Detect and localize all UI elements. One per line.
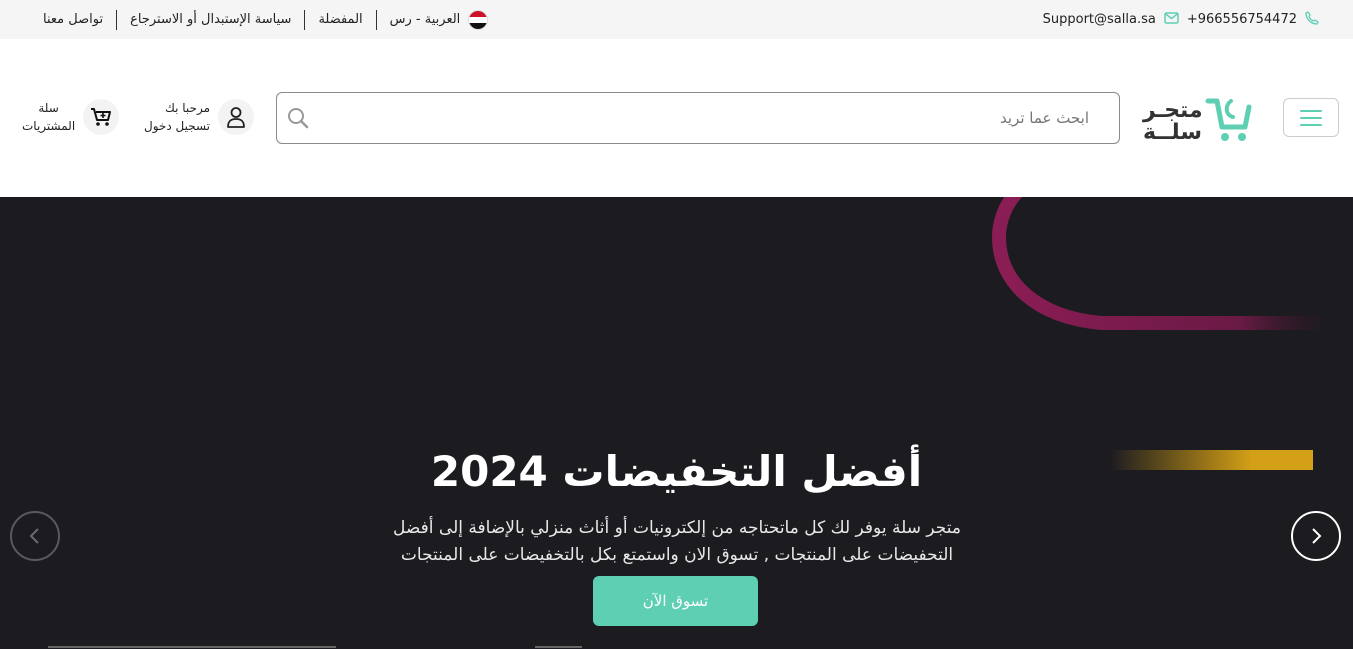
shop-now-button[interactable]: تسوق الآن xyxy=(593,576,758,626)
cart-logo-icon xyxy=(1205,95,1253,149)
search-bar xyxy=(276,92,1120,144)
support-phone[interactable]: +966556754472 xyxy=(1187,12,1297,27)
language-label: العربية - رس xyxy=(389,11,461,27)
hero-subtitle: متجر سلة يوفر لك كل ماتحتاجه من إلكتروني… xyxy=(393,518,961,565)
user-icon xyxy=(218,99,254,135)
menu-icon-bar xyxy=(1300,109,1322,112)
chevron-right-icon xyxy=(1312,528,1322,544)
account-greeting: مرحبا بك xyxy=(164,101,210,115)
main-header: متجـر سلــة مرحبا بك تسجيل دخول سلة xyxy=(0,39,1353,197)
slider-progress-track xyxy=(48,646,336,648)
top-contacts: Support@salla.sa +966556754472 xyxy=(1043,0,1319,39)
login-label[interactable]: تسجيل دخول xyxy=(144,117,210,135)
support-email[interactable]: Support@salla.sa xyxy=(1043,12,1156,27)
logo-text: متجـر سلــة xyxy=(1143,97,1203,145)
egypt-flag-icon xyxy=(468,9,489,30)
language-selector[interactable]: العربية - رس xyxy=(375,9,502,30)
slider-next-button[interactable] xyxy=(1291,511,1341,561)
top-bar: تواصل معنا سياسة الإستبدال أو الاسترجاع … xyxy=(0,0,1353,39)
top-links: تواصل معنا سياسة الإستبدال أو الاسترجاع … xyxy=(30,0,501,39)
cart-icon xyxy=(83,99,120,135)
account-text: مرحبا بك تسجيل دخول xyxy=(144,99,210,135)
phone-icon xyxy=(1305,10,1319,29)
cart-text: سلة المشتريات xyxy=(22,101,76,133)
menu-button[interactable] xyxy=(1283,98,1339,137)
store-logo[interactable]: متجـر سلــة xyxy=(1143,94,1253,149)
return-policy-link[interactable]: سياسة الإستبدال أو الاسترجاع xyxy=(116,9,304,30)
favorites-link[interactable]: المفضلة xyxy=(304,9,375,30)
chevron-left-icon xyxy=(29,528,39,544)
hero-title: أفضل التخفيضات 2024 xyxy=(430,447,923,496)
search-input[interactable] xyxy=(317,98,1097,138)
email-icon xyxy=(1164,11,1179,28)
account-button[interactable]: مرحبا بك تسجيل دخول xyxy=(144,99,254,135)
decorative-arc xyxy=(991,197,1321,330)
search-icon[interactable] xyxy=(287,107,309,133)
slider-progress-indicator xyxy=(535,646,582,648)
slider-prev-button[interactable] xyxy=(10,511,60,561)
cart-button[interactable]: سلة المشتريات xyxy=(22,99,120,135)
hero-banner: أفضل التخفيضات 2024 متجر سلة يوفر لك كل … xyxy=(0,197,1353,649)
contact-us-link[interactable]: تواصل معنا xyxy=(30,10,116,30)
